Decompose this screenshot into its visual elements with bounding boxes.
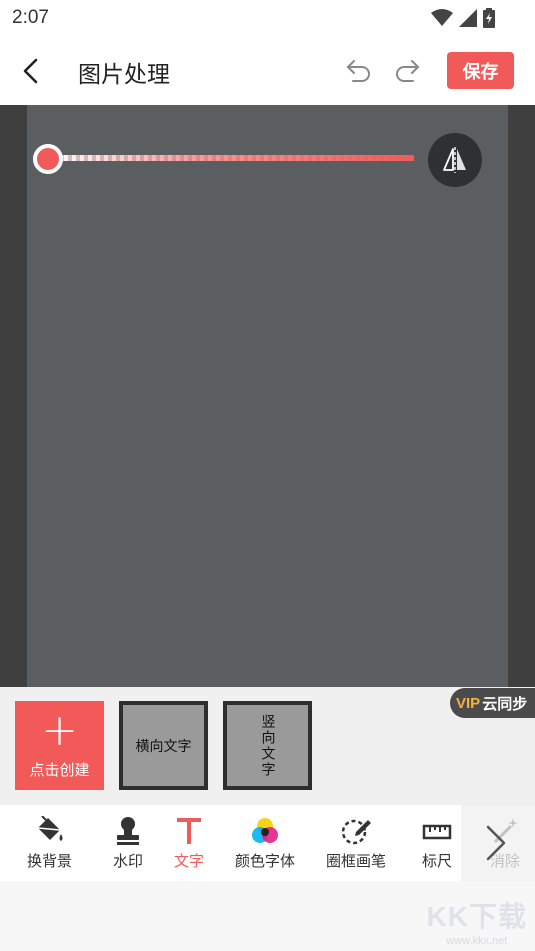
templates-panel: + 点击创建 横向文字 竖向文字 VIP 云同步 (0, 687, 535, 805)
create-template-button[interactable]: + 点击创建 (15, 701, 104, 790)
image-canvas[interactable] (27, 105, 508, 687)
text-t-icon (172, 815, 206, 847)
tool-label: 换背景 (27, 852, 73, 870)
watermark-url: www.kkx.net (446, 935, 508, 947)
paint-bucket-icon (33, 815, 67, 847)
stamp-icon (111, 815, 145, 847)
tool-label: 水印 (112, 852, 143, 870)
tool-label: 文字 (173, 852, 204, 870)
battery-icon (483, 8, 495, 28)
status-time: 2:07 (12, 7, 49, 28)
template-vertical-label: 竖向文字 (259, 713, 276, 778)
watermark-logo: KK下载 (426, 901, 527, 932)
status-icons (431, 8, 495, 28)
watermark: KK下载 www.kkx.net (427, 895, 527, 947)
plus-icon: + (41, 705, 78, 756)
chevron-right-icon (486, 825, 506, 861)
template-horizontal-label: 横向文字 (135, 738, 192, 755)
tool-watermark[interactable]: 水印 (111, 815, 145, 871)
vip-sync-badge[interactable]: VIP 云同步 (450, 688, 535, 718)
tool-ruler[interactable]: 标尺 (420, 815, 454, 871)
ruler-icon (420, 815, 454, 847)
tool-change-background[interactable]: 换背景 (27, 815, 72, 871)
back-arrow-icon[interactable] (16, 56, 46, 86)
canvas-area (0, 105, 535, 687)
tool-text[interactable]: 文字 (172, 815, 206, 871)
cloud-sync-label: 云同步 (482, 694, 528, 713)
save-button[interactable]: 保存 (447, 52, 514, 89)
page-title: 图片处理 (78, 62, 170, 88)
opacity-slider-knob[interactable] (33, 144, 63, 174)
tool-label: 标尺 (421, 852, 452, 870)
tool-color-font[interactable]: 颜色字体 (235, 815, 295, 871)
signal-icon (459, 9, 477, 27)
undo-icon[interactable] (345, 58, 373, 84)
create-label: 点击创建 (29, 761, 90, 779)
circle-pen-icon (339, 815, 373, 847)
tool-label: 颜色字体 (235, 852, 296, 870)
more-tools-button[interactable]: 消除 (461, 805, 535, 881)
flip-icon (443, 147, 466, 173)
bottom-area: KK下载 www.kkx.net (0, 881, 535, 951)
header-bar: 图片处理 保存 (0, 38, 535, 105)
vip-label: VIP (456, 694, 481, 712)
status-bar: 2:07 (0, 0, 535, 38)
template-horizontal-text[interactable]: 横向文字 (119, 701, 208, 790)
redo-icon[interactable] (393, 58, 421, 84)
wifi-icon (431, 9, 453, 26)
opacity-slider-track[interactable] (48, 155, 414, 161)
tool-bar: 换背景 水印 文字 颜色字体 圈框画笔 标尺 消除 (0, 805, 535, 881)
template-vertical-text[interactable]: 竖向文字 (223, 701, 312, 790)
tool-label: 圈框画笔 (326, 852, 387, 870)
color-wheel-icon (248, 815, 282, 847)
flip-button[interactable] (428, 133, 482, 187)
tool-circle-pen[interactable]: 圈框画笔 (326, 815, 386, 871)
